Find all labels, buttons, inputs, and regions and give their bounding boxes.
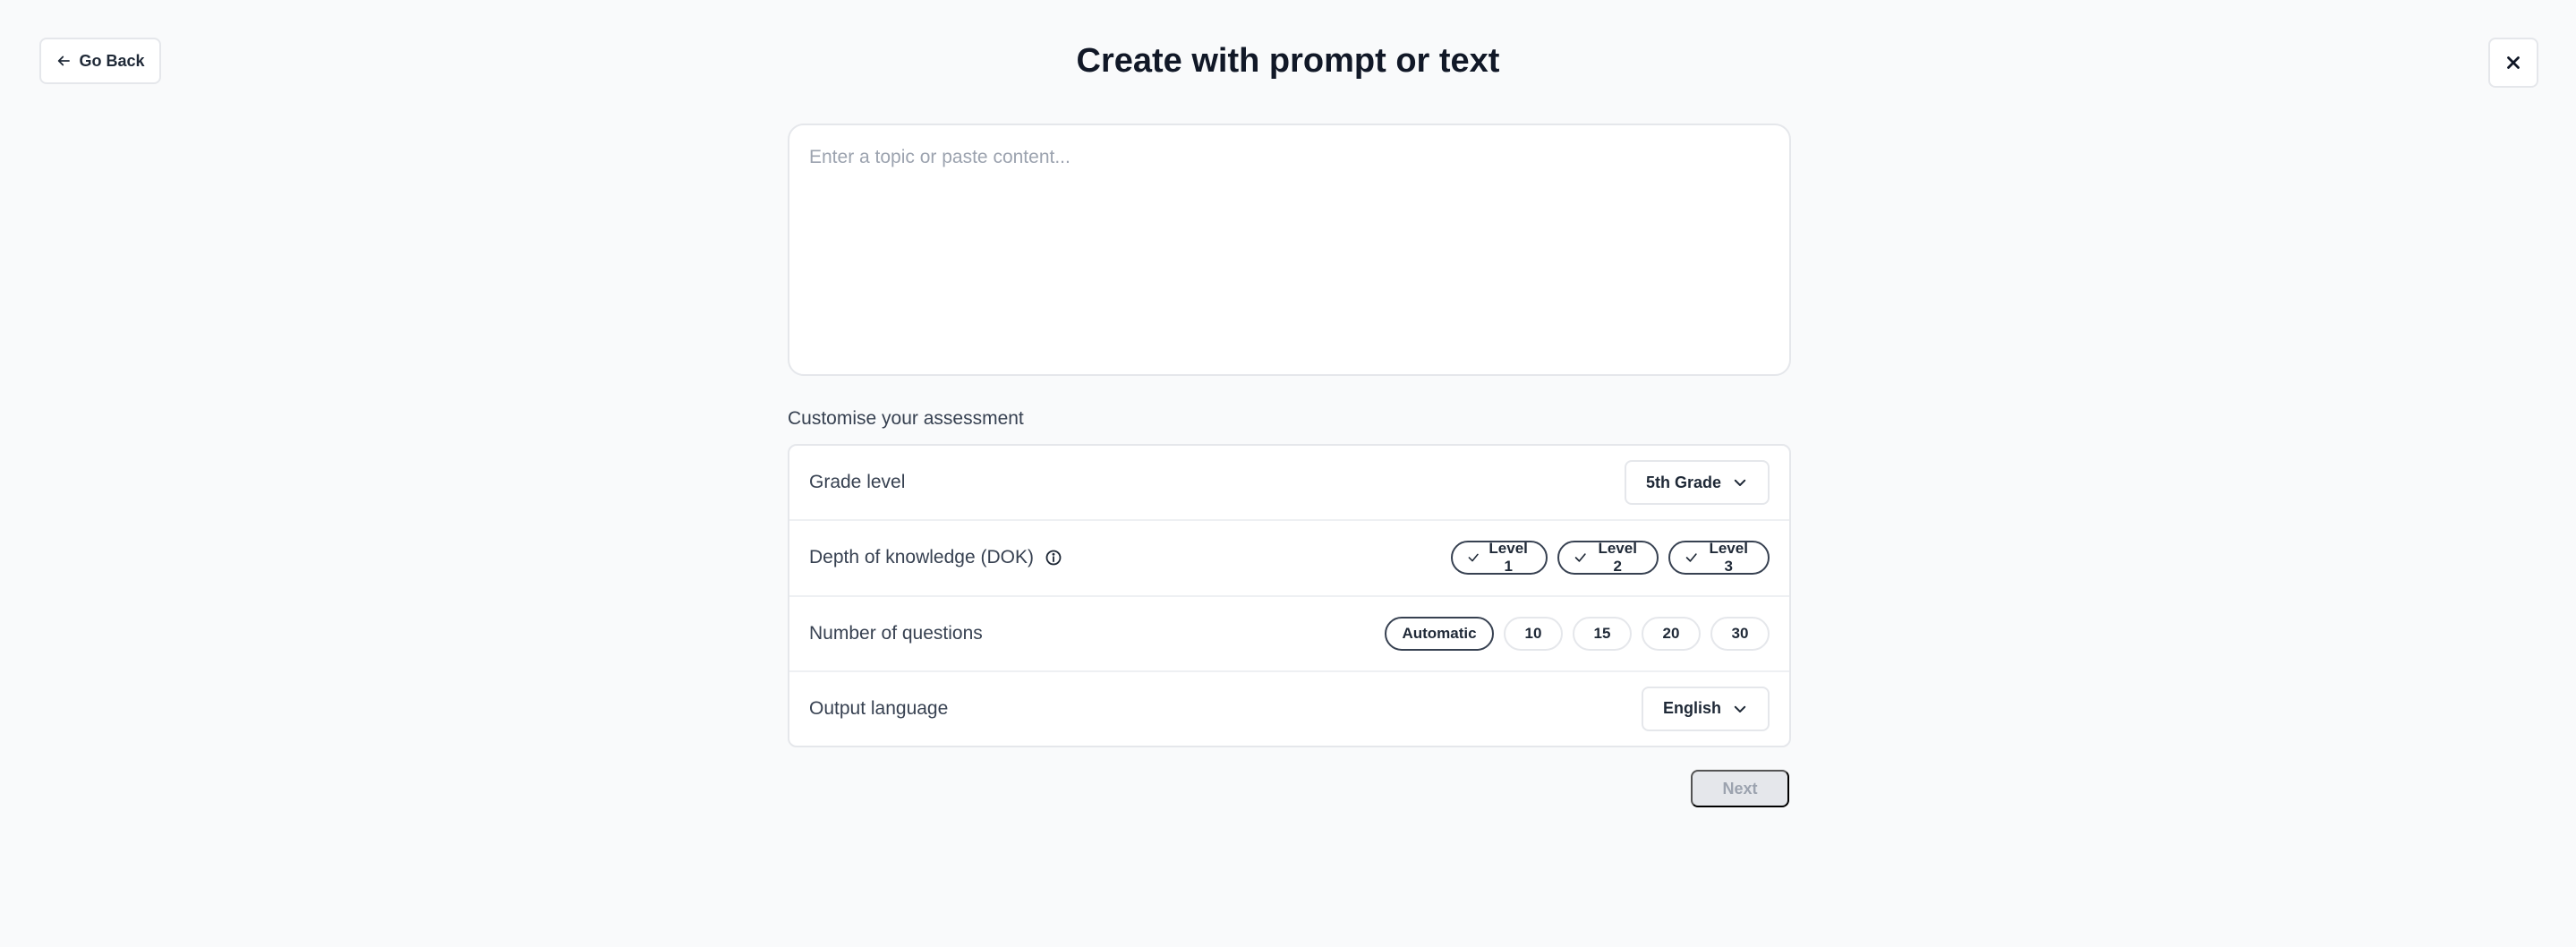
output-language-dropdown[interactable]: English: [1641, 686, 1770, 731]
check-icon: [1574, 553, 1586, 563]
output-language-label: Output language: [809, 697, 949, 719]
next-button[interactable]: Next: [1691, 770, 1789, 807]
grade-level-label: Grade level: [809, 472, 906, 493]
chevron-down-icon: [1734, 705, 1746, 712]
question-count-automatic-chip[interactable]: Automatic: [1385, 616, 1494, 651]
dok-level-2-label: Level 2: [1598, 540, 1637, 576]
dok-level-3-label: Level 3: [1709, 540, 1748, 576]
dok-level-2-chip[interactable]: Level 2: [1557, 540, 1659, 576]
question-count-15-chip[interactable]: 15: [1573, 616, 1632, 651]
close-icon: [2507, 56, 2520, 69]
info-icon[interactable]: [1045, 549, 1062, 567]
question-count-30-chip[interactable]: 30: [1710, 616, 1770, 651]
assessment-settings-panel: Grade level 5th Grade Depth of knowledge…: [788, 444, 1791, 747]
grade-level-value: 5th Grade: [1645, 473, 1721, 491]
prompt-input[interactable]: [789, 125, 1789, 374]
grade-level-dropdown[interactable]: 5th Grade: [1624, 460, 1770, 506]
customise-section-label: Customise your assessment: [788, 408, 1024, 429]
check-icon: [1468, 554, 1479, 562]
question-count-10-chip[interactable]: 10: [1504, 616, 1563, 651]
close-button[interactable]: [2488, 38, 2538, 88]
number-of-questions-label: Number of questions: [809, 622, 983, 644]
check-icon: [1685, 553, 1697, 563]
page-title: Create with prompt or text: [1076, 42, 1500, 80]
dok-label: Depth of knowledge (DOK): [809, 547, 1034, 568]
dok-level-1-label: Level 1: [1488, 540, 1528, 576]
output-language-value: English: [1662, 699, 1721, 718]
dok-row: Depth of knowledge (DOK) Level 1 Level 2…: [789, 521, 1789, 597]
prompt-box: [788, 124, 1791, 376]
dok-level-group: Level 1 Level 2 Level 3: [1451, 540, 1770, 576]
grade-level-row: Grade level 5th Grade: [789, 446, 1789, 522]
output-language-row: Output language English: [789, 672, 1789, 746]
question-count-group: Automatic 10 15 20 30: [1385, 616, 1770, 651]
dok-label-group: Depth of knowledge (DOK): [809, 547, 1062, 568]
dok-level-3-chip[interactable]: Level 3: [1668, 540, 1770, 576]
create-prompt-page: Go Back Create with prompt or text Custo…: [0, 0, 2576, 947]
chevron-down-icon: [1734, 479, 1746, 487]
question-count-20-chip[interactable]: 20: [1642, 616, 1701, 651]
dok-level-1-chip[interactable]: Level 1: [1451, 540, 1548, 576]
number-of-questions-row: Number of questions Automatic 10 15 20 3…: [789, 597, 1789, 672]
